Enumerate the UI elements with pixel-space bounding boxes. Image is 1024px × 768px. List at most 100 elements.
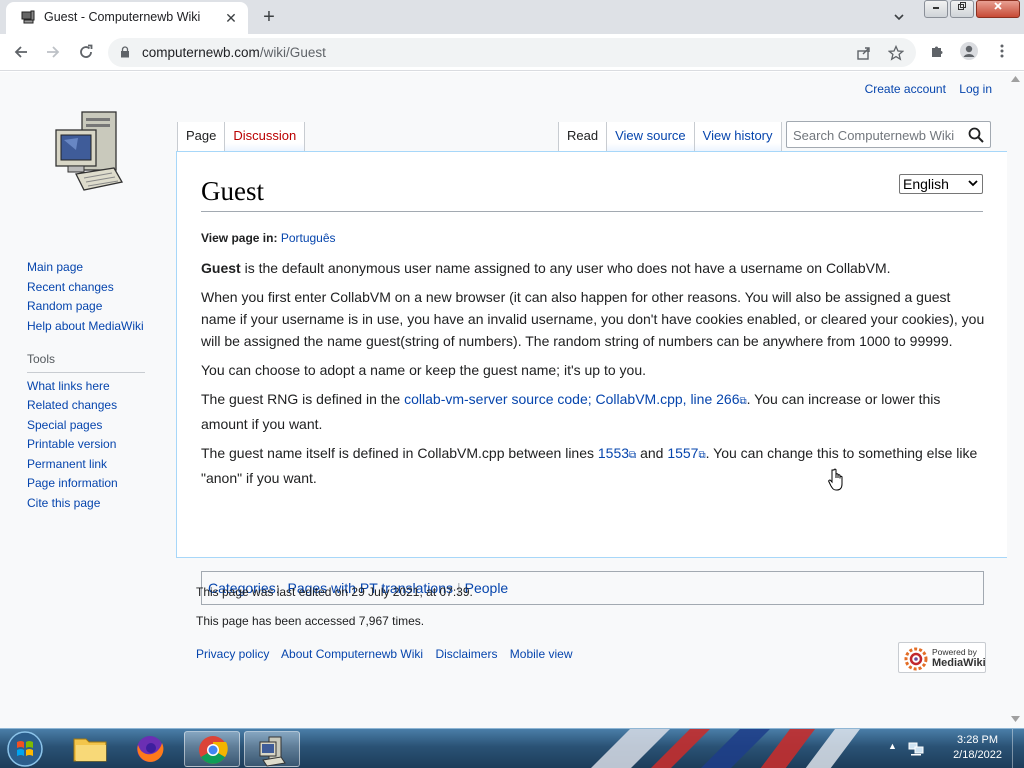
line-1553-link[interactable]: 1553	[598, 445, 629, 461]
computer-favicon-icon	[21, 10, 35, 24]
network-icon[interactable]	[908, 741, 924, 756]
log-in-link[interactable]: Log in	[959, 82, 992, 96]
profile-avatar-icon[interactable]	[958, 40, 980, 62]
sidebar: Main page Recent changes Random page Hel…	[27, 258, 167, 513]
close-window-button[interactable]	[976, 0, 1020, 18]
system-tray: ▲ 3:28 PM 2/18/2022	[884, 729, 1024, 768]
view-in-label: View page in:	[201, 231, 278, 245]
page-viewport: Main page Recent changes Random page Hel…	[0, 72, 1024, 728]
powered-by-text: Powered by	[932, 647, 977, 657]
new-tab-button[interactable]: +	[256, 5, 282, 31]
sidebar-item-recent-changes[interactable]: Recent changes	[27, 278, 167, 298]
share-icon[interactable]	[854, 43, 874, 63]
paragraph-5-mid: and	[636, 445, 668, 461]
external-link-icon: ⧉	[739, 396, 747, 407]
paragraph-5: The guest name itself is defined in Coll…	[201, 442, 986, 489]
guest-bold: Guest	[201, 260, 241, 276]
paragraph-2: When you first enter CollabVM on a new b…	[201, 289, 985, 349]
back-button[interactable]	[8, 39, 34, 65]
clock[interactable]: 3:28 PM 2/18/2022	[953, 733, 1002, 763]
disclaimers-link[interactable]: Disclaimers	[435, 647, 497, 661]
browser-tab-active[interactable]: Guest - Computernewb Wiki ✕	[6, 2, 248, 34]
reload-button[interactable]	[73, 39, 99, 65]
vertical-scrollbar[interactable]	[1007, 72, 1024, 728]
close-icon	[994, 2, 1002, 10]
mediawiki-text: MediaWiki	[932, 657, 986, 669]
tab-view-source[interactable]: View source	[607, 122, 695, 152]
sidebar-item-special-pages[interactable]: Special pages	[27, 416, 167, 436]
chevron-down-icon	[968, 180, 978, 187]
sidebar-item-help[interactable]: Help about MediaWiki	[27, 317, 167, 337]
paragraph-3: You can choose to adopt a name or keep t…	[201, 362, 647, 378]
lock-icon	[121, 46, 129, 58]
url-text: computernewb.com/wiki/Guest	[142, 45, 326, 60]
taskbar-explorer[interactable]	[62, 731, 118, 767]
source-code-link[interactable]: collab-vm-server source code; CollabVM.c…	[404, 391, 739, 407]
folder-icon	[73, 738, 107, 762]
taskbar-wallpaper-art	[591, 729, 860, 768]
sidebar-item-permanent-link[interactable]: Permanent link	[27, 455, 167, 475]
tab-close-icon[interactable]: ✕	[222, 9, 240, 27]
start-button[interactable]	[4, 730, 46, 768]
sidebar-item-page-information[interactable]: Page information	[27, 474, 167, 494]
tab-title: Guest - Computernewb Wiki	[44, 10, 201, 24]
bookmark-star-icon[interactable]	[886, 43, 906, 63]
hand-cursor-icon	[828, 468, 843, 491]
sidebar-item-printable-version[interactable]: Printable version	[27, 435, 167, 455]
show-desktop-button[interactable]	[1012, 729, 1024, 768]
firefox-icon	[137, 736, 164, 762]
language-select[interactable]: English	[899, 174, 983, 194]
last-edited-text: This page was last edited on 29 July 202…	[196, 585, 473, 599]
language-select-value: English	[903, 176, 949, 192]
scroll-up-icon[interactable]	[1011, 76, 1020, 82]
line-1557-link[interactable]: 1557	[667, 445, 698, 461]
sidebar-item-cite-this-page[interactable]: Cite this page	[27, 494, 167, 514]
create-account-link[interactable]: Create account	[865, 82, 946, 96]
show-hidden-icons[interactable]: ▲	[888, 741, 897, 751]
sidebar-item-main-page[interactable]: Main page	[27, 258, 167, 278]
restore-icon	[958, 2, 966, 10]
paragraph-4-pre: The guest RNG is defined in the	[201, 391, 405, 407]
about-link[interactable]: About Computernewb Wiki	[281, 647, 423, 661]
paragraph-1: Guest is the default anonymous user name…	[201, 257, 986, 279]
arrow-right-icon	[47, 46, 60, 58]
external-link-icon: ⧉	[698, 450, 706, 461]
page-views-text: This page has been accessed 7,967 times.	[196, 614, 425, 628]
sidebar-item-what-links-here[interactable]: What links here	[27, 377, 167, 397]
search-icon[interactable]	[967, 126, 985, 144]
tab-search-button[interactable]	[886, 5, 912, 29]
search-input[interactable]	[793, 126, 963, 144]
reload-icon	[80, 44, 93, 58]
browser-menu-icon[interactable]	[991, 40, 1013, 62]
window-controls	[922, 0, 1020, 20]
privacy-policy-link[interactable]: Privacy policy	[196, 647, 269, 661]
tab-discussion[interactable]: Discussion	[225, 122, 306, 152]
taskbar-firefox[interactable]	[122, 731, 178, 767]
view-tabs: Read View source View history	[558, 122, 782, 152]
article-body: Guest is the default anonymous user name…	[201, 257, 986, 496]
taskbar-computernewb[interactable]	[244, 731, 300, 767]
address-bar[interactable]: computernewb.com/wiki/Guest	[108, 38, 916, 67]
portuguese-link[interactable]: Português	[281, 231, 336, 245]
extensions-puzzle-icon[interactable]	[926, 40, 948, 62]
page-title: Guest	[201, 176, 983, 212]
paragraph-1-text: is the default anonymous user name assig…	[240, 260, 891, 276]
main-content: Guest English View page in: Português Gu…	[176, 151, 1008, 605]
restore-button[interactable]	[950, 0, 974, 18]
paragraph-5-pre: The guest name itself is defined in Coll…	[201, 445, 598, 461]
paragraph-4: The guest RNG is defined in the collab-v…	[201, 388, 986, 435]
computernewb-logo[interactable]	[52, 110, 124, 192]
tab-read[interactable]: Read	[558, 122, 608, 152]
taskbar-chrome[interactable]	[184, 731, 240, 767]
tab-page[interactable]: Page	[177, 122, 226, 152]
powered-by-mediawiki-badge[interactable]: Powered by MediaWiki	[898, 642, 986, 673]
tools-heading: Tools	[27, 350, 145, 373]
mobile-view-link[interactable]: Mobile view	[510, 647, 573, 661]
view-page-in: View page in: Português	[201, 231, 336, 245]
tab-view-history[interactable]: View history	[694, 122, 782, 152]
minimize-button[interactable]	[924, 0, 948, 18]
sidebar-item-related-changes[interactable]: Related changes	[27, 396, 167, 416]
forward-button[interactable]	[40, 39, 66, 65]
sidebar-item-random-page[interactable]: Random page	[27, 297, 167, 317]
scroll-down-icon[interactable]	[1011, 716, 1020, 722]
